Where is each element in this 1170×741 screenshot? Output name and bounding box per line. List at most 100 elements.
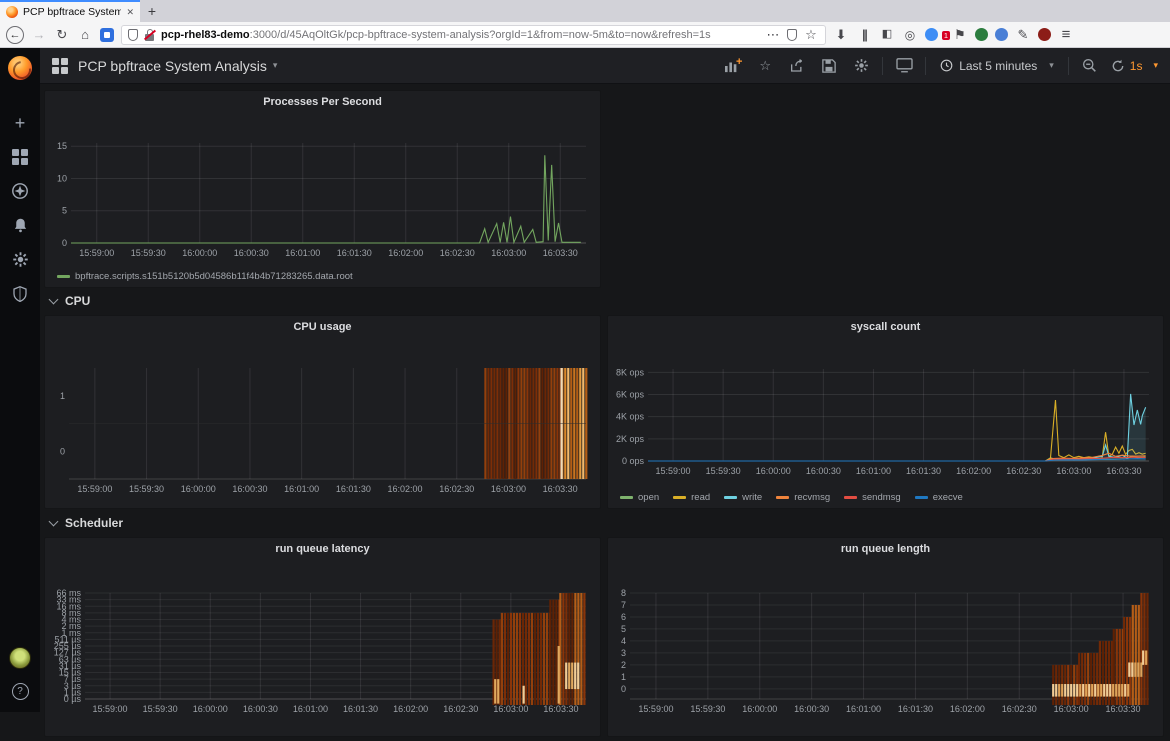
home-button[interactable]: ⌂ — [77, 28, 93, 41]
y-axis-tick-label: 4K ops — [616, 412, 645, 422]
shield-icon — [12, 285, 28, 302]
legend-item[interactable]: bpftrace.scripts.s151b5120b5d04586b11f4b… — [57, 271, 353, 282]
panel-title[interactable]: CPU usage — [45, 316, 600, 338]
chevron-down-icon — [49, 516, 59, 526]
account-button[interactable]: ◎ — [902, 29, 918, 41]
x-axis-tick-label: 16:01:00 — [285, 248, 320, 258]
x-axis-tick-label: 16:00:30 — [806, 466, 841, 476]
cycle-view-mode-button[interactable] — [893, 55, 915, 77]
x-axis-tick-label: 16:00:00 — [181, 484, 216, 494]
downloads-button[interactable]: ⬇ — [833, 28, 849, 41]
legend-item[interactable]: execve — [915, 492, 963, 503]
help-button[interactable]: ? — [12, 683, 29, 700]
legend-item[interactable]: recvmsg — [776, 492, 830, 503]
dashboard-title[interactable]: PCP bpftrace System Analysis — [78, 58, 267, 74]
url-path: :3000/d/45AqOltGk/pcp-bpftrace-system-an… — [250, 29, 711, 41]
panel-title[interactable]: syscall count — [608, 316, 1163, 338]
x-axis-tick-label: 16:03:00 — [1054, 704, 1089, 714]
bookmark-flag-icon[interactable]: ⚑ — [952, 28, 968, 41]
time-range-caret-icon: ▾ — [1049, 60, 1054, 71]
y-axis-tick-label: 6K ops — [616, 389, 645, 399]
x-axis-tick-label: 16:03:00 — [1056, 466, 1091, 476]
library-button[interactable]: ||| — [856, 28, 872, 41]
panel-title[interactable]: run queue latency — [45, 538, 600, 560]
extension-translate-icon[interactable] — [995, 28, 1008, 41]
y-axis-tick-label: 0 ops — [622, 456, 645, 466]
legend-series-color — [673, 496, 686, 499]
legend-item[interactable]: open — [620, 492, 659, 503]
sidebar-server-admin-button[interactable] — [0, 276, 40, 310]
sidebar-explore-button[interactable] — [0, 174, 40, 208]
star-dashboard-button[interactable]: ☆ — [754, 55, 776, 77]
x-axis-tick-label: 16:02:00 — [956, 466, 991, 476]
refresh-picker[interactable]: 1s ▾ — [1111, 59, 1158, 73]
permissions-icon[interactable] — [787, 29, 797, 41]
insecure-lock-icon[interactable] — [144, 29, 155, 41]
url-bar[interactable]: pcp-rhel83-demo:3000/d/45AqOltGk/pcp-bpf… — [121, 25, 826, 45]
menu-button[interactable]: ≡ — [1058, 27, 1074, 42]
sidebar-configuration-button[interactable] — [0, 242, 40, 276]
dashboard-settings-button[interactable] — [850, 55, 872, 77]
legend-item[interactable]: sendmsg — [844, 492, 901, 503]
syscall-count-chart[interactable]: 15:59:0015:59:3016:00:0016:00:3016:01:00… — [608, 338, 1163, 508]
back-button[interactable]: ← — [6, 26, 24, 44]
tracking-protection-shield-icon[interactable] — [128, 29, 138, 41]
legend-item[interactable]: read — [673, 492, 710, 503]
x-axis-tick-label: 16:01:00 — [856, 466, 891, 476]
section-label: CPU — [65, 294, 90, 308]
x-axis-tick-label: 16:03:30 — [1106, 466, 1141, 476]
x-axis-tick-label: 15:59:00 — [77, 484, 112, 494]
user-avatar[interactable] — [9, 647, 31, 669]
run-queue-latency-chart[interactable]: 15:59:0015:59:3016:00:0016:00:3016:01:00… — [45, 560, 600, 736]
panel-title[interactable]: Processes Per Second — [45, 91, 600, 113]
legend-item[interactable]: write — [724, 492, 762, 503]
sidebar-alerting-button[interactable] — [0, 208, 40, 242]
bookmark-star-icon[interactable]: ☆ — [803, 28, 819, 41]
section-row-scheduler[interactable]: Scheduler — [50, 516, 123, 530]
new-tab-button[interactable]: + — [140, 0, 164, 22]
panel-run-queue-latency: run queue latency 15:59:0015:59:3016:00:… — [44, 537, 601, 737]
url-text[interactable]: pcp-rhel83-demo:3000/d/45AqOltGk/pcp-bpf… — [161, 29, 759, 41]
x-axis-tick-label: 16:02:30 — [1002, 704, 1037, 714]
browser-tab[interactable]: PCP bpftrace System An ✕ — [0, 0, 140, 22]
panel-legend: bpftrace.scripts.s151b5120b5d04586b11f4b… — [57, 271, 353, 282]
legend-series-label: read — [691, 492, 710, 503]
x-axis-tick-label: 16:02:00 — [388, 248, 423, 258]
share-dashboard-button[interactable] — [786, 55, 808, 77]
time-range-picker[interactable]: Last 5 minutes ▾ — [936, 59, 1058, 73]
cpu-usage-chart[interactable]: 15:59:0015:59:3016:00:0016:00:3016:01:00… — [45, 338, 600, 508]
processes-chart[interactable]: 15:59:0015:59:3016:00:0016:00:3016:01:00… — [45, 113, 600, 287]
reload-button[interactable]: ↻ — [54, 28, 70, 41]
sidebar-create-button[interactable]: + — [0, 106, 40, 140]
tab-close-icon[interactable]: ✕ — [126, 7, 134, 18]
dashboard-title-caret-icon[interactable]: ▾ — [273, 60, 278, 71]
container-extension-icon[interactable] — [100, 28, 114, 42]
y-axis-tick-label: 10 — [57, 173, 67, 183]
section-row-cpu[interactable]: CPU — [50, 294, 90, 308]
extension-shield-icon[interactable] — [1038, 28, 1051, 41]
save-dashboard-button[interactable] — [818, 55, 840, 77]
sidebar-dashboards-button[interactable] — [0, 140, 40, 174]
plus-icon: + — [736, 56, 742, 68]
forward-button[interactable]: → — [31, 28, 47, 41]
x-axis-tick-label: 15:59:30 — [143, 704, 178, 714]
extension-green-icon[interactable] — [975, 28, 988, 41]
grafana-logo-icon[interactable] — [8, 56, 32, 80]
refresh-caret-icon: ▾ — [1153, 60, 1158, 71]
zoom-out-time-button[interactable] — [1079, 55, 1101, 77]
x-axis-tick-label: 16:02:30 — [443, 704, 478, 714]
legend-series-label: execve — [933, 492, 963, 503]
panel-legend: open read write recvmsg sendmsg execve — [620, 492, 963, 503]
run-queue-length-chart[interactable]: 15:59:0015:59:3016:00:0016:00:3016:01:00… — [608, 560, 1163, 736]
extension-pen-icon[interactable]: ✎ — [1015, 28, 1031, 41]
legend-series-color — [724, 496, 737, 499]
y-axis-tick-label: 5 — [621, 624, 626, 634]
sidebar-toggle-button[interactable]: ◧ — [879, 29, 895, 40]
x-axis-tick-label: 15:59:00 — [79, 248, 114, 258]
page-actions-icon[interactable]: ⋯ — [765, 28, 781, 41]
extension-blue-icon[interactable] — [925, 28, 938, 41]
x-axis-tick-label: 16:01:30 — [898, 704, 933, 714]
add-panel-button[interactable]: + — [722, 55, 744, 77]
compass-icon — [11, 182, 29, 200]
panel-title[interactable]: run queue length — [608, 538, 1163, 560]
